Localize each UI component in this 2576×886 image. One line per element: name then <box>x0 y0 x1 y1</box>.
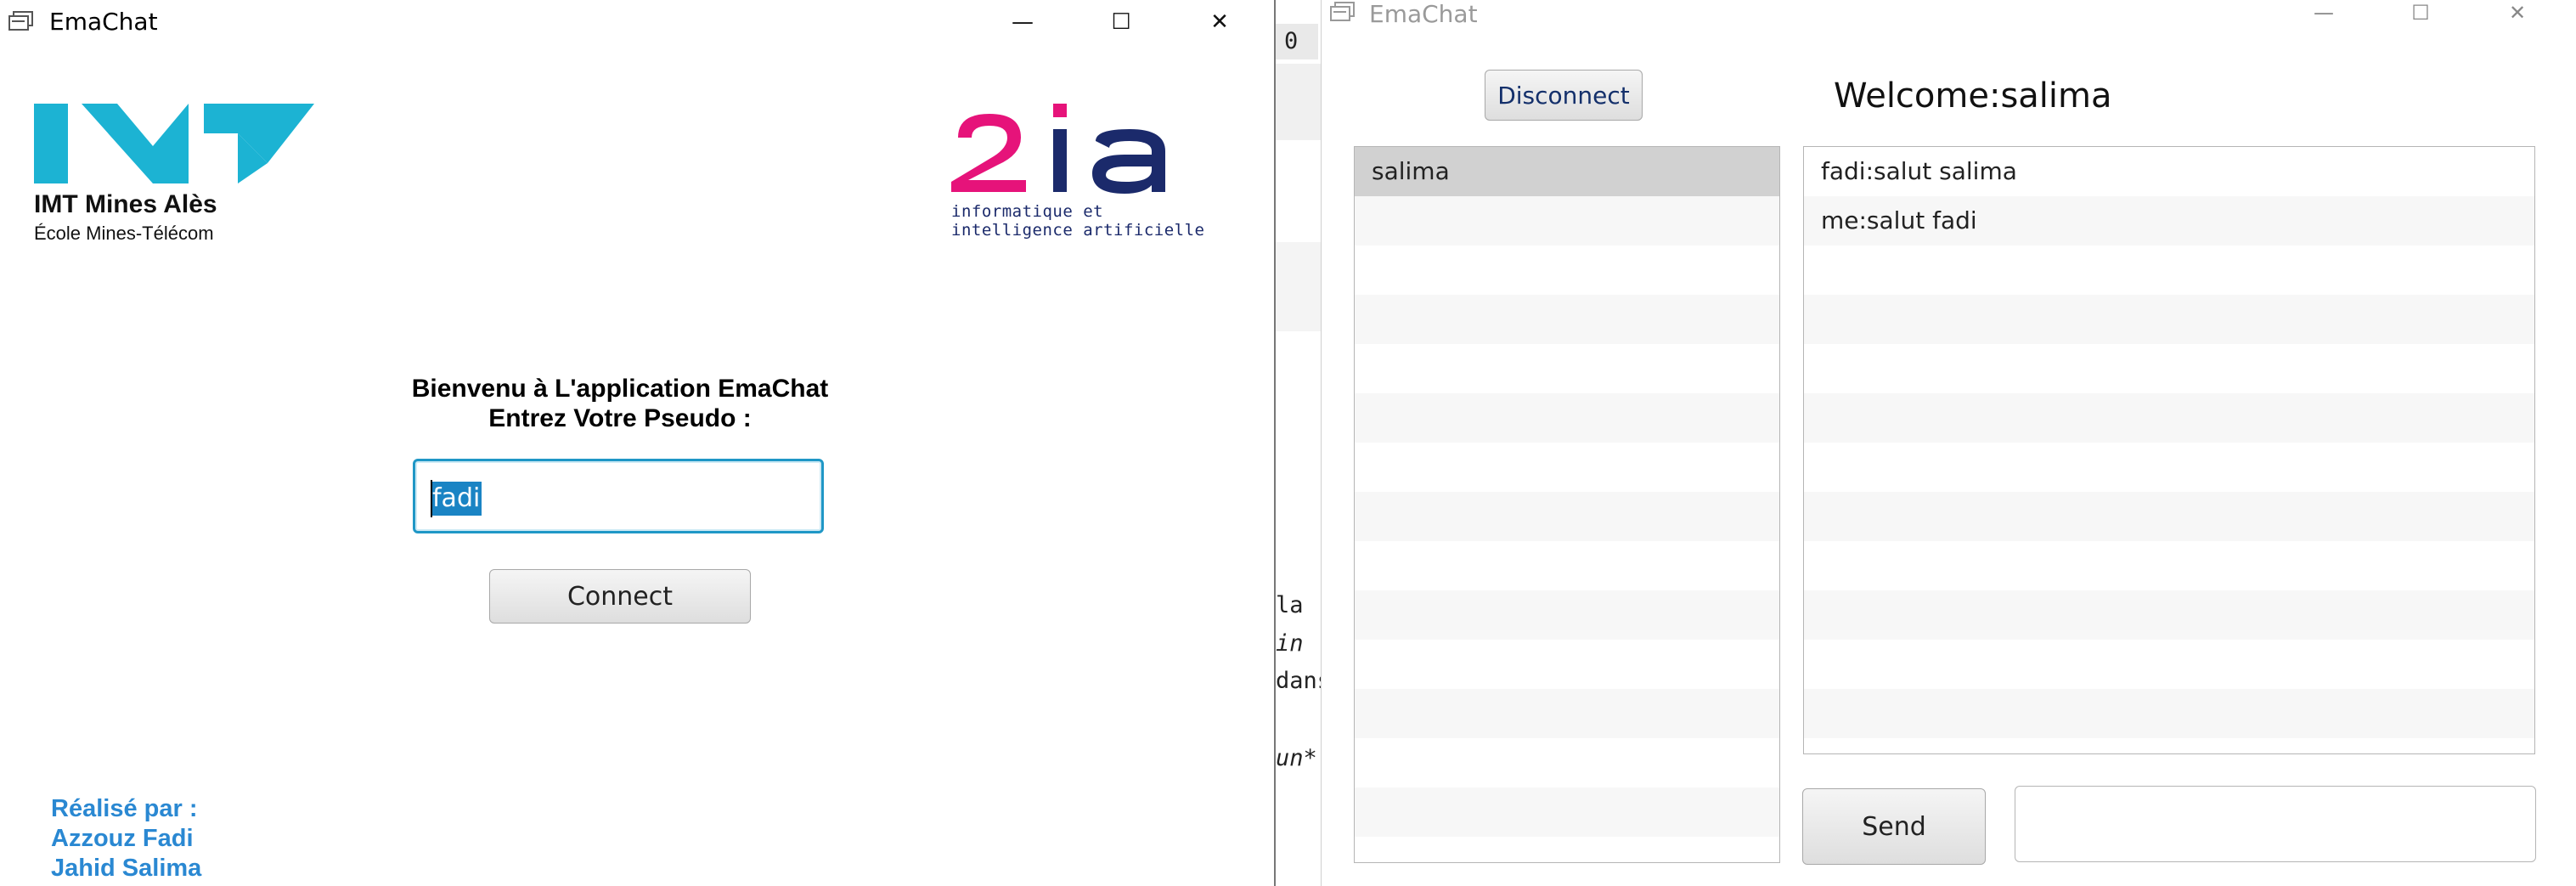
window-title: EmaChat <box>49 8 158 36</box>
disconnect-button[interactable]: Disconnect <box>1485 70 1643 121</box>
maximize-icon: ☐ <box>2411 1 2430 25</box>
message-input[interactable] <box>2015 786 2536 862</box>
close-button[interactable]: ✕ <box>2492 0 2543 25</box>
empty-list-row <box>1804 443 2534 492</box>
editor-tab[interactable]: 0 <box>1276 24 1318 59</box>
editor-band <box>1276 242 1322 331</box>
minimize-button[interactable]: — <box>997 0 1048 44</box>
empty-list-row <box>1804 295 2534 344</box>
welcome-line-2: Entrez Votre Pseudo : <box>488 404 752 432</box>
text-caret <box>431 480 432 517</box>
pseudo-input-selected-text: fadi <box>431 482 482 516</box>
imt-logo-name: IMT Mines Alès <box>34 190 217 218</box>
2ia-tagline-line1: informatique et <box>951 202 1104 221</box>
minimize-icon: — <box>1012 9 1034 35</box>
credits: Réalisé par : Azzouz Fadi Jahid Salima <box>51 794 201 883</box>
editor-line: un* <box>1276 745 1317 771</box>
empty-list-row <box>1355 295 1779 344</box>
imt-logo <box>34 104 314 183</box>
welcome-message: Bienvenu à L'application EmaChat Entrez … <box>340 374 900 433</box>
empty-list-row <box>1804 492 2534 541</box>
maximize-icon: ☐ <box>1111 9 1131 35</box>
minimize-icon: — <box>2314 1 2334 25</box>
send-button[interactable]: Send <box>1802 788 1986 865</box>
empty-list-row <box>1355 344 1779 393</box>
empty-list-row <box>1804 590 2534 640</box>
empty-list-row <box>1355 393 1779 443</box>
close-icon: ✕ <box>1210 9 1229 35</box>
empty-list-row <box>1804 689 2534 738</box>
maximize-button[interactable]: ☐ <box>1096 0 1147 44</box>
message-list-item[interactable]: me:salut fadi <box>1804 196 2534 245</box>
empty-list-row <box>1804 541 2534 590</box>
empty-list-row <box>1804 344 2534 393</box>
users-list[interactable]: salima <box>1354 146 1780 863</box>
imt-logo-subtitle: École Mines-Télécom <box>34 223 214 244</box>
2ia-logo-mark <box>951 104 1165 194</box>
user-list-item[interactable]: salima <box>1355 147 1779 196</box>
empty-list-row <box>1804 393 2534 443</box>
credits-author-1: Azzouz Fadi <box>51 825 194 852</box>
credits-heading: Réalisé par : <box>51 795 198 822</box>
close-icon: ✕ <box>2508 1 2527 25</box>
login-window: EmaChat — ☐ ✕ IMT Mines Alès École Mines… <box>0 0 1274 886</box>
empty-list-row <box>1355 837 1779 862</box>
app-window-icon <box>1330 2 1356 22</box>
editor-toolbar-strip <box>1276 64 1322 140</box>
minimize-button[interactable]: — <box>2298 0 2349 25</box>
maximize-button[interactable]: ☐ <box>2395 0 2446 25</box>
empty-list-row <box>1355 689 1779 738</box>
pseudo-input[interactable]: fadi <box>413 459 824 533</box>
send-button-label: Send <box>1862 811 1926 842</box>
empty-list-row <box>1355 640 1779 689</box>
welcome-line-1: Bienvenu à L'application EmaChat <box>411 375 829 403</box>
empty-list-row <box>1355 196 1779 245</box>
empty-list-row <box>1355 443 1779 492</box>
empty-list-row <box>1355 492 1779 541</box>
chat-window: EmaChat — ☐ ✕ Disconnect Welcome:salima … <box>1321 0 2576 886</box>
close-button[interactable]: ✕ <box>1194 0 1245 44</box>
credits-author-2: Jahid Salima <box>51 855 202 882</box>
window-title: EmaChat <box>1369 0 1478 28</box>
editor-line: la <box>1276 592 1304 618</box>
connect-button-label: Connect <box>566 581 674 612</box>
empty-list-row <box>1355 787 1779 837</box>
empty-list-row <box>1355 590 1779 640</box>
empty-list-row <box>1804 245 2534 295</box>
empty-list-row <box>1804 738 2534 753</box>
empty-list-row <box>1355 245 1779 295</box>
messages-list[interactable]: fadi:salut salima me:salut fadi <box>1803 146 2535 754</box>
imt-logo-mark <box>34 104 314 183</box>
2ia-tagline-line2: intelligence artificielle <box>951 221 1205 240</box>
message-list-item[interactable]: fadi:salut salima <box>1804 147 2534 196</box>
disconnect-button-label: Disconnect <box>1497 81 1630 110</box>
background-code-editor: 0 la in dans un* <box>1274 0 1322 886</box>
title-bar: EmaChat — ☐ ✕ <box>0 0 1274 44</box>
editor-line: in <box>1276 630 1304 657</box>
empty-list-row <box>1804 640 2534 689</box>
app-window-icon <box>8 11 34 31</box>
empty-list-row <box>1355 541 1779 590</box>
connect-button[interactable]: Connect <box>489 569 751 624</box>
empty-list-row <box>1355 738 1779 787</box>
editor-line: dans <box>1276 668 1322 694</box>
welcome-user: Welcome:salima <box>1834 76 2112 116</box>
